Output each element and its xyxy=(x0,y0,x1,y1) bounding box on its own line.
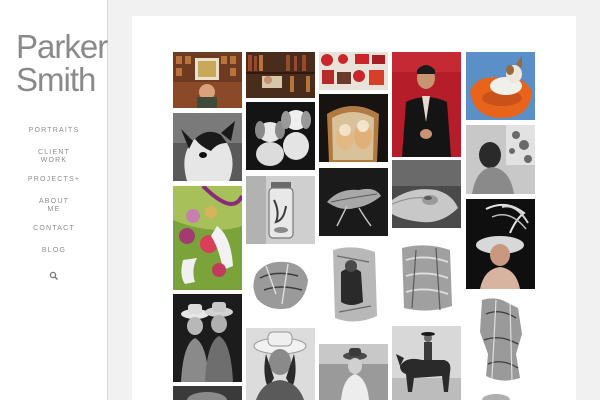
nav-contact[interactable]: CONTACT xyxy=(0,225,108,233)
photo-crushed-can-1[interactable] xyxy=(246,250,315,318)
nav-blog[interactable]: BLOG xyxy=(0,247,108,255)
photo-hand-holding-object[interactable] xyxy=(392,160,461,228)
photo-man-with-framed-art[interactable] xyxy=(173,52,242,108)
photo-boy-in-hat[interactable] xyxy=(319,344,388,400)
photo-woman-in-cowboy-hat[interactable] xyxy=(246,328,315,400)
search-icon[interactable] xyxy=(49,268,59,281)
photo-cola-signs-collage[interactable] xyxy=(319,52,388,90)
photo-partial-bottom-2[interactable] xyxy=(466,390,535,400)
photo-rider-on-horse[interactable] xyxy=(392,326,461,400)
photo-dried-leaf-bw[interactable] xyxy=(319,168,388,236)
nav-projects-expand-marker: + xyxy=(74,176,81,183)
photo-dog-close-up[interactable] xyxy=(173,113,242,181)
sidebar: Parker Smith PORTRAITS CLIENT WORK PROJE… xyxy=(0,0,108,400)
photo-jar-bw[interactable] xyxy=(246,176,315,244)
photo-two-dogs-bw[interactable] xyxy=(246,102,315,170)
nav-portraits[interactable]: PORTRAITS xyxy=(0,127,108,135)
photo-woman-with-feather-hat[interactable] xyxy=(466,199,535,289)
nav-projects[interactable]: PROJECTS+ xyxy=(0,176,108,184)
logo-line-2: Smith xyxy=(16,61,96,98)
photo-two-dogs-on-armchair[interactable] xyxy=(319,94,388,162)
gallery-container xyxy=(132,16,576,400)
photo-dog-on-orange-chair[interactable] xyxy=(466,52,535,120)
nav-client-work[interactable]: CLIENT WORK xyxy=(0,149,108,165)
photo-crushed-can-2[interactable] xyxy=(319,242,388,330)
photo-two-girls-cowboy-hats[interactable] xyxy=(173,294,242,382)
photo-flowers-in-hands[interactable] xyxy=(173,186,242,290)
photo-woman-by-window-bw[interactable] xyxy=(466,125,535,194)
site-logo[interactable]: Parker Smith xyxy=(16,28,108,98)
nav-about-me[interactable]: ABOUT ME xyxy=(0,198,108,214)
photo-partial-bottom-1[interactable] xyxy=(173,386,242,400)
photo-man-reading-in-library[interactable] xyxy=(246,52,315,98)
nav-about-line-1: ABOUT xyxy=(38,198,70,205)
photo-crushed-can-3[interactable] xyxy=(392,238,461,318)
nav-projects-label: PROJECTS xyxy=(27,176,75,183)
logo-line-1: Parker xyxy=(16,28,108,65)
nav-client-work-line-2: WORK xyxy=(40,157,68,164)
nav-client-work-line-1: CLIENT xyxy=(37,149,71,156)
photo-crushed-can-4[interactable] xyxy=(466,294,535,386)
photo-man-in-suit-red-backdrop[interactable] xyxy=(392,52,461,157)
nav-about-line-2: ME xyxy=(47,206,61,213)
